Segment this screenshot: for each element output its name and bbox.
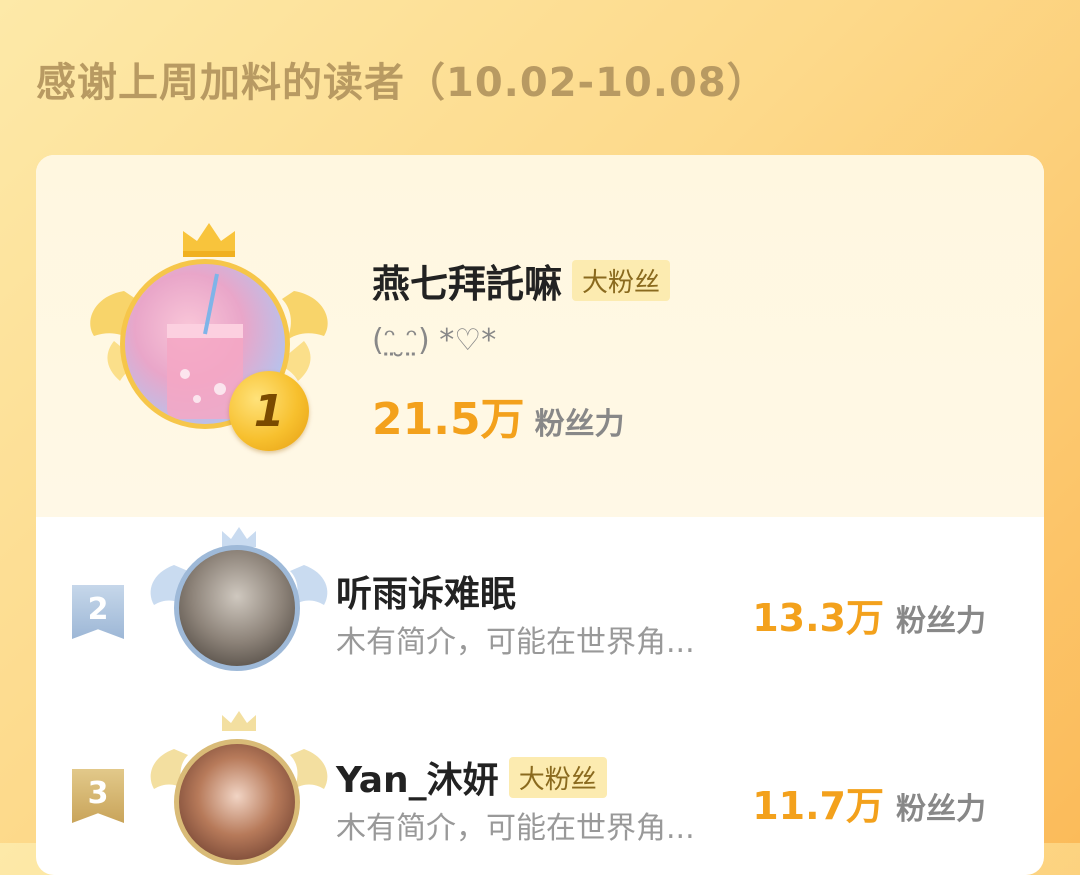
power-label: 粉丝力: [896, 604, 986, 639]
power-value: 21.5万: [372, 394, 525, 445]
rank-3-flag: 3: [72, 769, 124, 823]
rank-1-medal: 1: [229, 371, 309, 451]
fan-badge: 大粉丝: [572, 260, 671, 301]
rank-1-bio: (ᵔ̤ ̮ᵔ̤) *♡*: [372, 323, 497, 358]
rank-1-name-row: 燕七拜託嘛 大粉丝: [372, 253, 671, 308]
rank-3-name-row: Yan_沐妍 大粉丝: [336, 751, 607, 803]
rank-3-power: 11.7万 粉丝力: [752, 775, 986, 830]
rank-1-avatar-frame: 1: [84, 221, 334, 451]
rank-2-name-row: 听雨诉难眠: [336, 565, 516, 617]
power-value: 11.7万: [752, 784, 884, 828]
rank-1-name[interactable]: 燕七拜託嘛: [372, 253, 562, 308]
power-value: 13.3万: [752, 596, 884, 640]
rank-2-entry[interactable]: 2 听雨诉难眠 木有简介，可能在世界角... 13.3万 粉丝力: [36, 525, 1044, 685]
rank-3-bio: 木有简介，可能在世界角...: [336, 811, 695, 846]
power-label: 粉丝力: [534, 407, 625, 442]
crown-icon: [183, 223, 235, 257]
avatar[interactable]: [174, 545, 300, 671]
rank-2-power: 13.3万 粉丝力: [752, 587, 986, 642]
avatar[interactable]: [174, 739, 300, 865]
power-label: 粉丝力: [896, 792, 986, 827]
rank-2-name[interactable]: 听雨诉难眠: [336, 565, 516, 617]
rank-3-name[interactable]: Yan_沐妍: [336, 751, 499, 803]
page-title: 感谢上周加料的读者（10.02-10.08）: [36, 60, 768, 106]
rank-1-entry[interactable]: 1 燕七拜託嘛 大粉丝 (ᵔ̤ ̮ᵔ̤) *♡* 21.5万 粉丝力: [36, 155, 1044, 517]
rank-2-flag: 2: [72, 585, 124, 639]
rank-2-bio: 木有简介，可能在世界角...: [336, 625, 695, 660]
rank-3-entry[interactable]: 3 Yan_沐妍 大粉丝 木有简介，可能在世界角... 11.7万 粉丝力: [36, 705, 1044, 865]
leaderboard-card: 1 燕七拜託嘛 大粉丝 (ᵔ̤ ̮ᵔ̤) *♡* 21.5万 粉丝力 2 听雨诉难…: [36, 155, 1044, 875]
fan-badge: 大粉丝: [508, 756, 607, 798]
rank-1-power: 21.5万 粉丝力: [372, 383, 625, 447]
